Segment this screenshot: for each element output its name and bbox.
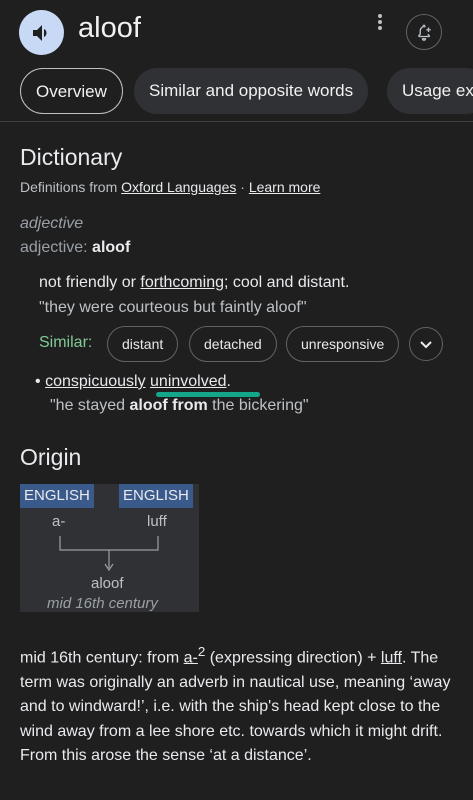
uninvolved-link[interactable]: uninvolved — [150, 373, 227, 390]
dictionary-title: Dictionary — [20, 144, 123, 170]
definition-1: not friendly or forthcoming; cool and di… — [39, 274, 349, 292]
a-prefix-link[interactable]: a- — [184, 649, 198, 666]
tab-overview[interactable]: Overview — [20, 68, 123, 114]
source-line: Definitions from Oxford Languages · Lear… — [20, 179, 320, 195]
pos-prefix: adjective: — [20, 239, 93, 256]
result-word: aloof — [91, 575, 124, 592]
notification-add-icon — [418, 24, 431, 41]
etymology-connector — [59, 536, 159, 572]
etymology-diagram: ENGLISH ENGLISH a- luff aloof mid 16th c… — [20, 484, 199, 612]
learn-more-link[interactable]: Learn more — [249, 179, 321, 195]
example2-bold: aloof from — [129, 397, 208, 414]
word-header: aloof — [0, 0, 473, 66]
definition-post: ; cool and distant. — [223, 274, 350, 291]
tab-bar: Overview Similar and opposite words Usag… — [0, 68, 473, 114]
source-separator: · — [236, 179, 249, 195]
expand-similar-button[interactable] — [409, 327, 443, 361]
chevron-down-icon — [420, 341, 432, 349]
pos-line: adjective: aloof — [20, 239, 130, 257]
similar-label: Similar: — [39, 334, 93, 351]
bullet: • — [35, 373, 41, 390]
headword: aloof — [78, 12, 141, 44]
para-start: mid 16th century: from — [20, 649, 184, 667]
forthcoming-link[interactable]: forthcoming — [140, 274, 224, 291]
alert-button[interactable] — [406, 14, 442, 50]
definition-pre: not friendly or — [39, 274, 141, 291]
volume-icon — [32, 24, 46, 41]
tab-similar-opposite[interactable]: Similar and opposite words — [134, 68, 369, 114]
result-date: mid 16th century — [47, 595, 158, 612]
divider — [0, 121, 473, 122]
sense2-end: . — [226, 373, 231, 390]
example2-post: the bickering" — [207, 397, 309, 414]
source-prefix: Definitions from — [20, 179, 122, 195]
example-2: "he stayed aloof from the bickering" — [50, 397, 309, 415]
example2-pre: "he stayed — [50, 397, 130, 414]
more-vert-icon[interactable] — [372, 12, 388, 36]
luff-link[interactable]: luff — [381, 649, 402, 666]
pronounce-button[interactable] — [19, 10, 64, 55]
example-1: "they were courteous but faintly aloof" — [39, 299, 307, 316]
para-mid: (expressing direction) + — [205, 649, 381, 667]
para-rest: . The term was originally an adverb in n… — [20, 649, 451, 765]
conspicuously-link[interactable]: conspicuously — [45, 373, 146, 390]
similar-chip-detached[interactable]: detached — [189, 326, 277, 362]
origin-title: Origin — [20, 444, 82, 470]
oxford-languages-link[interactable]: Oxford Languages — [121, 179, 236, 195]
part-of-speech: adjective — [20, 215, 84, 232]
similar-chip-unresponsive[interactable]: unresponsive — [286, 326, 400, 362]
origin-paragraph: mid 16th century: from a-2 (expressing d… — [20, 640, 460, 769]
definition-2: • conspicuously uninvolved. — [35, 373, 231, 391]
tab-usage-examples[interactable]: Usage ex — [387, 68, 473, 114]
pos-word: aloof — [92, 239, 131, 256]
similar-chip-distant[interactable]: distant — [107, 326, 179, 362]
